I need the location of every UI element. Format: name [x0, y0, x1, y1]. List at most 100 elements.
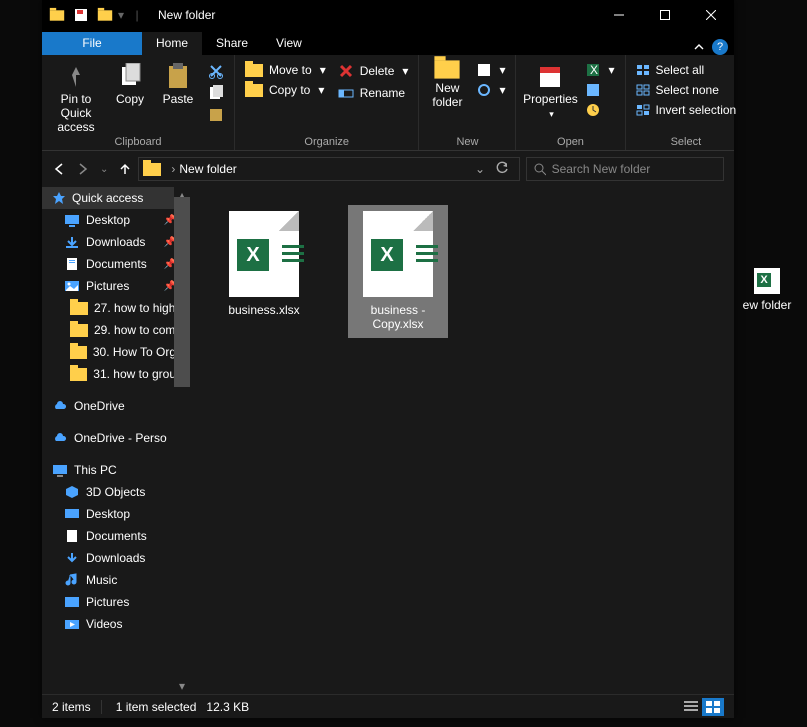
selectall-button[interactable]: Select all: [632, 61, 741, 79]
file-item[interactable]: X business.xlsx: [214, 205, 314, 323]
search-input[interactable]: [552, 162, 717, 176]
maximize-button[interactable]: [642, 0, 688, 30]
selectnone-button[interactable]: Select none: [632, 81, 741, 99]
newitem-button[interactable]: ▾: [473, 61, 509, 79]
sidebar-videos[interactable]: Videos: [42, 613, 182, 635]
invertselection-button[interactable]: Invert selection: [632, 101, 741, 119]
folder-icon: [245, 84, 263, 97]
sidebar-downloads2[interactable]: Downloads: [42, 547, 182, 569]
recent-dropdown[interactable]: ⌄: [100, 164, 108, 175]
window-title: New folder: [158, 8, 596, 22]
group-select: Select all Select none Invert selection …: [626, 55, 747, 150]
properties-button[interactable]: Properties ▾: [522, 61, 578, 119]
sidebar-folder-3[interactable]: 30. How To Org: [42, 341, 182, 363]
history-icon: [586, 103, 600, 117]
sidebar-thispc[interactable]: This PC: [42, 459, 182, 481]
scroll-down-icon[interactable]: ▾: [174, 678, 190, 694]
cut-button[interactable]: [204, 61, 228, 81]
open-icon: X: [586, 63, 600, 77]
sidebar-documents[interactable]: Documents📌: [42, 253, 182, 275]
sidebar: Quick access Desktop📌 Downloads📌 Documen…: [42, 187, 182, 694]
qat-divider: ▾: [118, 4, 124, 26]
file-pane[interactable]: X business.xlsx X business - Copy.xlsx: [190, 187, 734, 694]
explorer-window: ▾ | New folder File Home Share View ? Pi…: [42, 0, 734, 718]
open-button[interactable]: X▾: [582, 61, 618, 79]
pictures-icon: [64, 595, 80, 609]
moveto-button[interactable]: Move to▾: [241, 61, 330, 79]
group-open-label: Open: [522, 136, 618, 150]
sidebar-3dobjects[interactable]: 3D Objects: [42, 481, 182, 503]
folder-icon: [143, 163, 161, 176]
sidebar-folder-1[interactable]: 27. how to high: [42, 297, 182, 319]
copypath-button[interactable]: [204, 83, 228, 103]
delete-icon: [338, 63, 354, 79]
breadcrumb[interactable]: New folder: [179, 162, 236, 176]
minimize-button[interactable]: [596, 0, 642, 30]
address-dropdown[interactable]: ⌄: [471, 162, 489, 176]
sidebar-documents2[interactable]: Documents: [42, 525, 182, 547]
group-new-label: New: [425, 136, 509, 150]
newfolder-label: New folder: [425, 82, 469, 110]
pasteshortcut-button[interactable]: [204, 105, 228, 125]
paste-button[interactable]: Paste: [156, 61, 200, 107]
qat-folder-icon[interactable]: [46, 4, 68, 26]
sidebar-label: 30. How To Org: [93, 345, 176, 359]
qat-folder2-icon[interactable]: [94, 4, 116, 26]
search-box[interactable]: [526, 157, 724, 181]
file-item-selected[interactable]: X business - Copy.xlsx: [348, 205, 448, 338]
excel-file-icon: [754, 268, 780, 294]
address-bar[interactable]: › New folder ⌄: [138, 157, 520, 181]
scrollbar-thumb[interactable]: [174, 197, 190, 387]
close-button[interactable]: [688, 0, 734, 30]
ribbon-tabs: File Home Share View ?: [42, 30, 734, 55]
help-button[interactable]: ?: [712, 39, 734, 55]
sidebar-onedrive[interactable]: OneDrive: [42, 395, 182, 417]
tab-file[interactable]: File: [42, 32, 142, 55]
sidebar-folder-2[interactable]: 29. how to com: [42, 319, 182, 341]
tab-share[interactable]: Share: [202, 32, 262, 55]
sidebar-label: Quick access: [72, 191, 143, 205]
sidebar-pictures[interactable]: Pictures📌: [42, 275, 182, 297]
sidebar-downloads[interactable]: Downloads📌: [42, 231, 182, 253]
sidebar-label: Documents: [86, 257, 147, 271]
scissors-icon: [208, 63, 224, 79]
back-button[interactable]: [52, 162, 66, 176]
delete-button[interactable]: Delete▾: [334, 61, 413, 81]
tab-view[interactable]: View: [262, 32, 316, 55]
copyto-button[interactable]: Copy to▾: [241, 81, 330, 99]
tab-home[interactable]: Home: [142, 32, 202, 55]
collapse-ribbon-button[interactable]: [686, 41, 712, 55]
excel-file-icon: X: [363, 211, 433, 297]
rename-icon: [338, 85, 354, 101]
star-icon: [52, 191, 66, 205]
sidebar-label: 29. how to com: [94, 323, 175, 337]
sidebar-quickaccess[interactable]: Quick access: [42, 187, 182, 209]
sidebar-pictures2[interactable]: Pictures: [42, 591, 182, 613]
qat-save-icon[interactable]: [70, 4, 92, 26]
sidebar-folder-4[interactable]: 31. how to grou: [42, 363, 182, 385]
easyaccess-icon: [477, 83, 491, 97]
history-button[interactable]: [582, 101, 618, 119]
copy-button[interactable]: Copy: [108, 61, 152, 107]
view-details-button[interactable]: [680, 698, 702, 716]
refresh-button[interactable]: [489, 161, 515, 178]
sidebar-onedrive-personal[interactable]: OneDrive - Perso: [42, 427, 182, 449]
sidebar-music[interactable]: Music: [42, 569, 182, 591]
sidebar-desktop[interactable]: Desktop📌: [42, 209, 182, 231]
pin-quickaccess-button[interactable]: Pin to Quick access: [48, 61, 104, 134]
titlebar[interactable]: ▾ | New folder: [42, 0, 734, 30]
up-button[interactable]: [118, 162, 132, 176]
desktop-shortcut[interactable]: ew folder: [737, 268, 797, 312]
newfolder-button[interactable]: New folder: [425, 61, 469, 109]
forward-button[interactable]: [76, 162, 90, 176]
edit-button[interactable]: [582, 81, 618, 99]
group-select-label: Select: [632, 136, 741, 150]
sidebar-scrollbar[interactable]: ▴ ▾: [174, 187, 190, 694]
easyaccess-button[interactable]: ▾: [473, 81, 509, 99]
sidebar-label: Desktop: [86, 507, 130, 521]
qat-separator: |: [126, 4, 148, 26]
rename-button[interactable]: Rename: [334, 83, 413, 103]
view-largeicons-button[interactable]: [702, 698, 724, 716]
rename-label: Rename: [360, 86, 405, 100]
sidebar-desktop2[interactable]: Desktop: [42, 503, 182, 525]
